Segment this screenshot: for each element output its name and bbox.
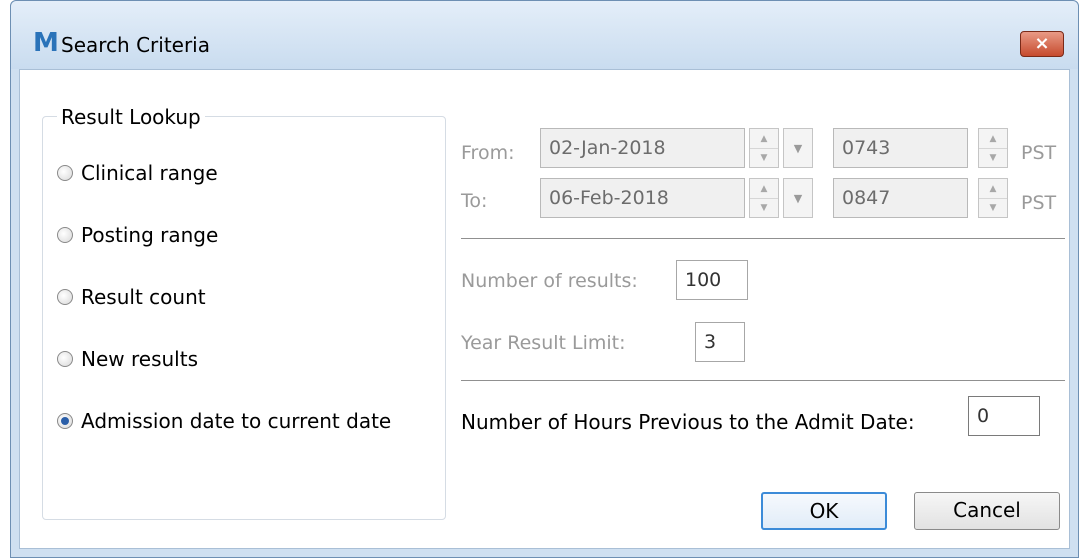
spin-down-icon[interactable]: ▼ (750, 198, 778, 217)
chevron-down-icon: ▼ (793, 141, 803, 155)
radio-label: Posting range (81, 223, 219, 247)
admit-hours-label: Number of Hours Previous to the Admit Da… (461, 410, 915, 434)
search-criteria-dialog: M Search Criteria × Result Lookup Clinic… (10, 0, 1079, 558)
dialog-body: Result Lookup Clinical range Posting ran… (19, 69, 1070, 549)
app-logo-icon: M (33, 28, 59, 58)
radio-label: Clinical range (81, 161, 218, 185)
radio-label: Admission date to current date (81, 409, 392, 433)
radio-label: New results (81, 347, 198, 371)
radio-button-icon[interactable] (57, 227, 73, 243)
year-result-limit-label: Year Result Limit: (461, 332, 626, 354)
radio-posting-range[interactable]: Posting range (57, 223, 218, 247)
ok-button[interactable]: OK (761, 492, 887, 530)
spin-up-icon[interactable]: ▲ (750, 129, 778, 149)
radio-button-icon[interactable] (57, 351, 73, 367)
from-date-field[interactable]: 02-Jan-2018 (540, 128, 745, 168)
radio-button-icon[interactable] (57, 165, 73, 181)
spin-up-icon[interactable]: ▲ (979, 179, 1007, 199)
to-date-dropdown[interactable]: ▼ (783, 178, 813, 218)
close-button[interactable]: × (1020, 31, 1064, 57)
radio-button-icon[interactable] (57, 289, 73, 305)
chevron-down-icon: ▼ (793, 191, 803, 205)
cancel-button[interactable]: Cancel (914, 492, 1060, 530)
divider (461, 380, 1065, 381)
radio-label: Result count (81, 285, 206, 309)
spin-down-icon[interactable]: ▼ (750, 148, 778, 167)
number-of-results-field[interactable]: 100 (676, 260, 748, 300)
to-time-spinner[interactable]: ▲ ▼ (978, 178, 1008, 218)
radio-result-count[interactable]: Result count (57, 285, 206, 309)
to-time-field[interactable]: 0847 (833, 178, 968, 218)
from-time-spinner[interactable]: ▲ ▼ (978, 128, 1008, 168)
from-timezone: PST (1021, 142, 1057, 164)
window-title: Search Criteria (61, 33, 210, 57)
admit-hours-field[interactable]: 0 (968, 396, 1040, 436)
to-date-field[interactable]: 06-Feb-2018 (540, 178, 745, 218)
radio-clinical-range[interactable]: Clinical range (57, 161, 218, 185)
title-bar[interactable]: M Search Criteria × (11, 1, 1078, 69)
spin-up-icon[interactable]: ▲ (750, 179, 778, 199)
spin-down-icon[interactable]: ▼ (979, 148, 1007, 167)
to-date-spinner[interactable]: ▲ ▼ (749, 178, 779, 218)
divider (461, 238, 1065, 239)
close-icon: × (1034, 33, 1050, 54)
result-lookup-group: Result Lookup Clinical range Posting ran… (42, 105, 446, 520)
from-time-field[interactable]: 0743 (833, 128, 968, 168)
to-timezone: PST (1021, 192, 1057, 214)
radio-new-results[interactable]: New results (57, 347, 198, 371)
spin-up-icon[interactable]: ▲ (979, 129, 1007, 149)
year-result-limit-field[interactable]: 3 (695, 322, 745, 362)
to-label: To: (461, 190, 488, 212)
number-of-results-label: Number of results: (461, 270, 638, 292)
spin-down-icon[interactable]: ▼ (979, 198, 1007, 217)
from-label: From: (461, 142, 515, 164)
from-date-spinner[interactable]: ▲ ▼ (749, 128, 779, 168)
radio-admission-to-current[interactable]: Admission date to current date (57, 409, 391, 433)
radio-button-selected-icon[interactable] (57, 413, 73, 429)
from-date-dropdown[interactable]: ▼ (783, 128, 813, 168)
result-lookup-label: Result Lookup (57, 105, 205, 129)
